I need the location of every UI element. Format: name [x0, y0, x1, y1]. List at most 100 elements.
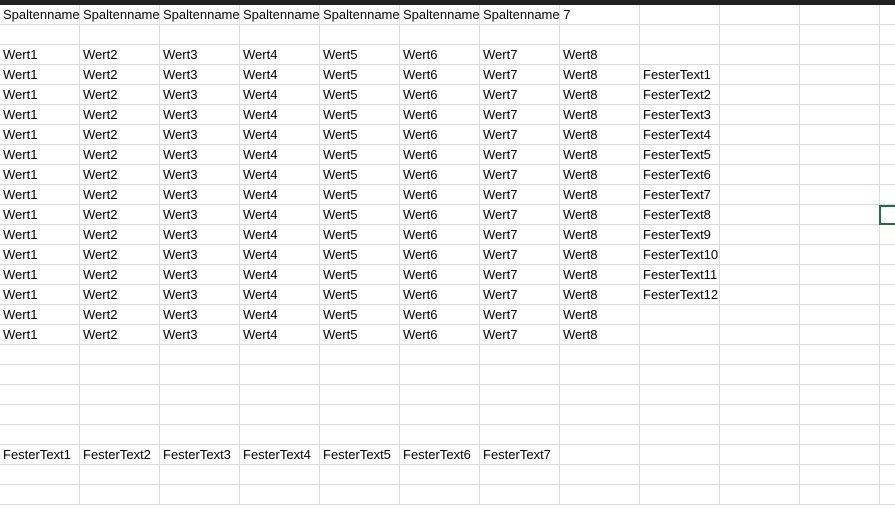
- cell-r25-c12[interactable]: [880, 485, 895, 505]
- cell-r14-c7[interactable]: Wert7: [480, 265, 560, 285]
- cell-r11-c9[interactable]: FesterText8: [640, 205, 720, 225]
- cell-r14-c11[interactable]: [800, 265, 880, 285]
- cell-r12-c12[interactable]: [880, 225, 895, 245]
- cell-r13-c6[interactable]: Wert6: [400, 245, 480, 265]
- cell-r5-c1[interactable]: Wert1: [0, 85, 80, 105]
- cell-r15-c10[interactable]: [720, 285, 800, 305]
- cell-r23-c7[interactable]: FesterText7: [480, 445, 560, 465]
- cell-r25-c6[interactable]: [400, 485, 480, 505]
- cell-r18-c8[interactable]: [560, 345, 640, 365]
- cell-r22-c10[interactable]: [720, 425, 800, 445]
- cell-r6-c5[interactable]: Wert5: [320, 105, 400, 125]
- cell-r15-c9[interactable]: FesterText12: [640, 285, 720, 305]
- cell-r20-c3[interactable]: [160, 385, 240, 405]
- cell-r1-c5[interactable]: Spaltenname 5: [320, 5, 400, 25]
- cell-r17-c4[interactable]: Wert4: [240, 325, 320, 345]
- cell-r17-c9[interactable]: [640, 325, 720, 345]
- cell-r18-c6[interactable]: [400, 345, 480, 365]
- cell-r20-c9[interactable]: [640, 385, 720, 405]
- cell-r21-c4[interactable]: [240, 405, 320, 425]
- cell-r24-c5[interactable]: [320, 465, 400, 485]
- cell-r5-c7[interactable]: Wert7: [480, 85, 560, 105]
- cell-r6-c9[interactable]: FesterText3: [640, 105, 720, 125]
- cell-r2-c6[interactable]: [400, 25, 480, 45]
- cell-r9-c4[interactable]: Wert4: [240, 165, 320, 185]
- cell-r13-c1[interactable]: Wert1: [0, 245, 80, 265]
- cell-r20-c11[interactable]: [800, 385, 880, 405]
- cell-r16-c12[interactable]: [880, 305, 895, 325]
- cell-r2-c2[interactable]: [80, 25, 160, 45]
- cell-r19-c4[interactable]: [240, 365, 320, 385]
- cell-r7-c9[interactable]: FesterText4: [640, 125, 720, 145]
- cell-r13-c5[interactable]: Wert5: [320, 245, 400, 265]
- cell-r7-c1[interactable]: Wert1: [0, 125, 80, 145]
- cell-r3-c12[interactable]: [880, 45, 895, 65]
- cell-r18-c4[interactable]: [240, 345, 320, 365]
- cell-r25-c9[interactable]: [640, 485, 720, 505]
- cell-r11-c7[interactable]: Wert7: [480, 205, 560, 225]
- cell-r12-c9[interactable]: FesterText9: [640, 225, 720, 245]
- cell-r6-c10[interactable]: [720, 105, 800, 125]
- cell-r10-c6[interactable]: Wert6: [400, 185, 480, 205]
- cell-r13-c12[interactable]: [880, 245, 895, 265]
- cell-r12-c5[interactable]: Wert5: [320, 225, 400, 245]
- cell-r1-c8[interactable]: [560, 5, 640, 25]
- cell-r9-c1[interactable]: Wert1: [0, 165, 80, 185]
- cell-r7-c5[interactable]: Wert5: [320, 125, 400, 145]
- cell-r8-c6[interactable]: Wert6: [400, 145, 480, 165]
- cell-r18-c2[interactable]: [80, 345, 160, 365]
- cell-r14-c6[interactable]: Wert6: [400, 265, 480, 285]
- cell-r11-c10[interactable]: [720, 205, 800, 225]
- cell-r24-c3[interactable]: [160, 465, 240, 485]
- cell-r5-c8[interactable]: Wert8: [560, 85, 640, 105]
- cell-r3-c8[interactable]: Wert8: [560, 45, 640, 65]
- cell-r20-c5[interactable]: [320, 385, 400, 405]
- cell-r7-c8[interactable]: Wert8: [560, 125, 640, 145]
- cell-r1-c6[interactable]: Spaltenname 6: [400, 5, 480, 25]
- cell-r10-c5[interactable]: Wert5: [320, 185, 400, 205]
- cell-r15-c6[interactable]: Wert6: [400, 285, 480, 305]
- cell-r25-c4[interactable]: [240, 485, 320, 505]
- cell-r1-c9[interactable]: [640, 5, 720, 25]
- cell-r3-c11[interactable]: [800, 45, 880, 65]
- cell-r12-c11[interactable]: [800, 225, 880, 245]
- cell-r19-c6[interactable]: [400, 365, 480, 385]
- cell-r10-c11[interactable]: [800, 185, 880, 205]
- cell-r22-c9[interactable]: [640, 425, 720, 445]
- cell-r12-c1[interactable]: Wert1: [0, 225, 80, 245]
- cell-r19-c3[interactable]: [160, 365, 240, 385]
- cell-r16-c7[interactable]: Wert7: [480, 305, 560, 325]
- cell-r2-c4[interactable]: [240, 25, 320, 45]
- cell-r8-c12[interactable]: [880, 145, 895, 165]
- cell-r5-c3[interactable]: Wert3: [160, 85, 240, 105]
- cell-r10-c12[interactable]: [880, 185, 895, 205]
- cell-r10-c7[interactable]: Wert7: [480, 185, 560, 205]
- cell-r13-c10[interactable]: [720, 245, 800, 265]
- cell-r15-c1[interactable]: Wert1: [0, 285, 80, 305]
- cell-r24-c4[interactable]: [240, 465, 320, 485]
- cell-r4-c8[interactable]: Wert8: [560, 65, 640, 85]
- selected-cell-indicator[interactable]: [879, 205, 895, 225]
- cell-r15-c5[interactable]: Wert5: [320, 285, 400, 305]
- cell-r23-c12[interactable]: [880, 445, 895, 465]
- cell-r5-c11[interactable]: [800, 85, 880, 105]
- cell-r17-c10[interactable]: [720, 325, 800, 345]
- cell-r3-c1[interactable]: Wert1: [0, 45, 80, 65]
- cell-r17-c1[interactable]: Wert1: [0, 325, 80, 345]
- cell-r22-c6[interactable]: [400, 425, 480, 445]
- cell-r14-c5[interactable]: Wert5: [320, 265, 400, 285]
- cell-r12-c7[interactable]: Wert7: [480, 225, 560, 245]
- cell-r15-c11[interactable]: [800, 285, 880, 305]
- cell-r2-c11[interactable]: [800, 25, 880, 45]
- cell-r8-c7[interactable]: Wert7: [480, 145, 560, 165]
- cell-r13-c7[interactable]: Wert7: [480, 245, 560, 265]
- cell-r9-c12[interactable]: [880, 165, 895, 185]
- cell-r14-c8[interactable]: Wert8: [560, 265, 640, 285]
- cell-r1-c1[interactable]: Spaltenname 1: [0, 5, 80, 25]
- cell-r23-c6[interactable]: FesterText6: [400, 445, 480, 465]
- cell-r24-c1[interactable]: [0, 465, 80, 485]
- cell-r8-c4[interactable]: Wert4: [240, 145, 320, 165]
- cell-r18-c12[interactable]: [880, 345, 895, 365]
- cell-r23-c9[interactable]: [640, 445, 720, 465]
- cell-r4-c6[interactable]: Wert6: [400, 65, 480, 85]
